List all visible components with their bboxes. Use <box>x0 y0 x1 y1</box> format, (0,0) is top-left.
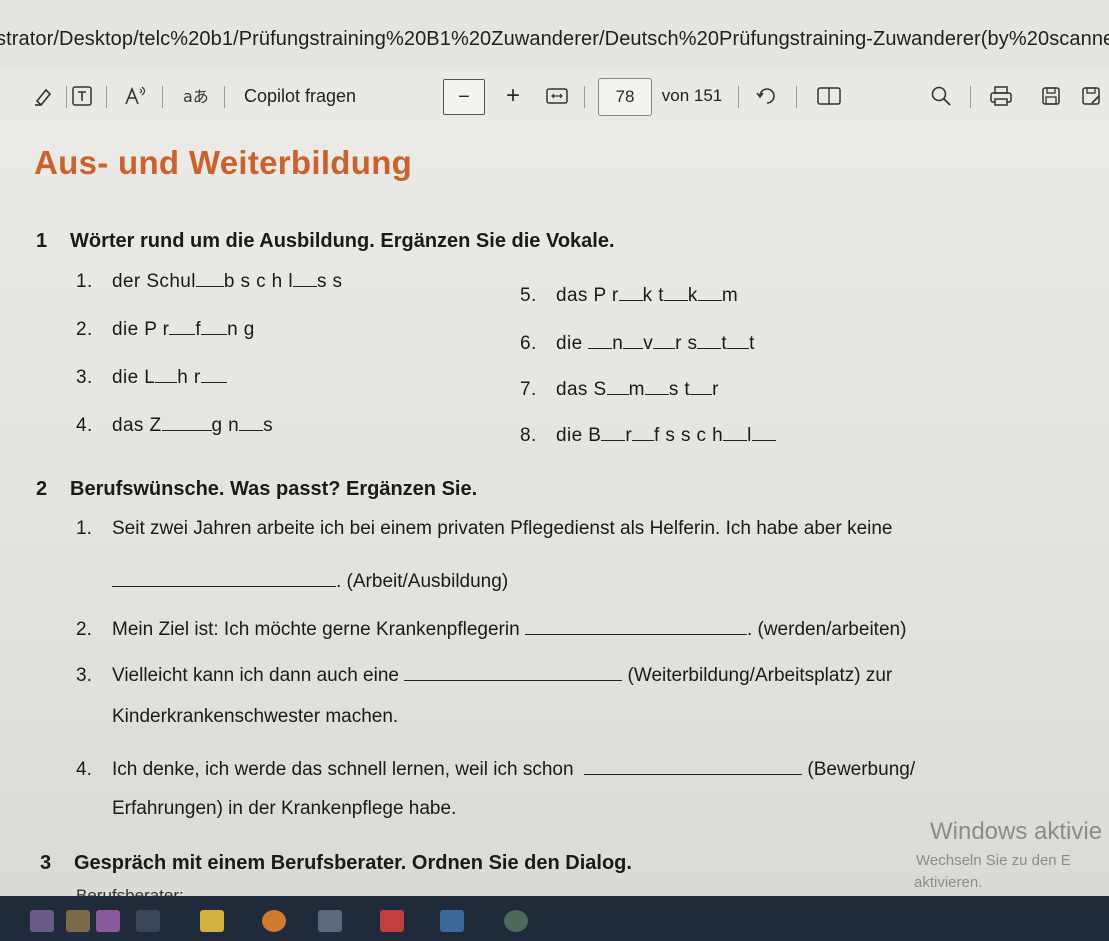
exercise-2-heading: 2 Berufswünsche. Was passt? Ergänzen Sie. <box>36 478 478 500</box>
windows-activation-hint: Wechseln Sie zu den E <box>916 852 1071 869</box>
page-total: von 151 <box>661 86 723 105</box>
ex3-berufsberater-label: Berufsberater: <box>76 886 184 896</box>
ex2-sentence-3: 3. Vielleicht kann ich dann auch eine (We… <box>76 664 893 686</box>
ex2-blank-2[interactable] <box>524 618 747 635</box>
taskbar-app-icon[interactable] <box>504 910 528 932</box>
search-icon[interactable] <box>924 78 958 114</box>
browser-icon[interactable] <box>262 910 286 932</box>
text-box-icon[interactable] <box>62 78 102 114</box>
exercise-1-heading: 1 Wörter rund um die Ausbildung. Ergänzen… <box>36 230 615 252</box>
read-aloud-icon[interactable] <box>116 78 156 114</box>
page-view-icon[interactable] <box>812 78 846 114</box>
exercise-3-heading: 3 Gespräch mit einem Berufsberater. Ordne… <box>40 852 632 874</box>
ex2-sentence-2: 2. Mein Ziel ist: Ich möchte gerne Kranke… <box>76 618 907 640</box>
ex2-sentence-1: 1. Seit zwei Jahren arbeite ich bei einem… <box>76 518 893 539</box>
ex2-blank-1[interactable] <box>112 570 336 587</box>
file-explorer-icon[interactable] <box>200 910 224 932</box>
taskbar-app-icon[interactable] <box>96 910 120 932</box>
ex1-item-2: 2. die P rfn g <box>76 319 255 340</box>
rotate-icon[interactable] <box>752 78 782 114</box>
taskbar-app-icon[interactable] <box>318 910 342 932</box>
print-icon[interactable] <box>984 78 1018 114</box>
ex1-item-4: 4. das Zg ns <box>76 415 274 436</box>
zoom-in-button[interactable]: + <box>498 78 528 114</box>
ex1-item-7: 7. das Sms tr <box>520 379 719 400</box>
taskbar-app-icon[interactable] <box>380 910 404 932</box>
ex2-blank-4[interactable] <box>584 758 803 775</box>
ex1-item-8: 8. die Brf s s c hl <box>520 424 776 447</box>
windows-activation-watermark: Windows aktivie <box>930 818 1103 845</box>
address-bar[interactable]: strator/Desktop/telc%20b1/Prüfungstraini… <box>0 0 1109 69</box>
task-view-icon[interactable] <box>136 910 160 932</box>
save-icon[interactable] <box>1034 78 1068 114</box>
ex1-item-6: 6. die nvr stt <box>520 333 755 354</box>
windows-activation-hint-2: aktivieren. <box>914 874 983 891</box>
translate-icon[interactable]: aあ <box>176 78 216 114</box>
page-title: Aus- und Weiterbildung <box>34 144 413 181</box>
ex2-blank-3[interactable] <box>404 664 623 681</box>
zoom-out-button[interactable]: − <box>443 79 485 115</box>
ex1-item-5: 5. das P rk tkm <box>520 285 739 306</box>
ex2-sentence-3-line2: Kinderkrankenschwester machen. <box>112 706 399 727</box>
taskbar-app-icon[interactable] <box>66 910 90 932</box>
page-number-input[interactable]: 78 <box>598 78 652 116</box>
ex2-sentence-1-line2: . (Arbeit/Ausbildung) <box>112 570 508 593</box>
taskbar-app-icon[interactable] <box>440 910 464 932</box>
ex1-item-1: 1. der Schul b s c h ls s <box>76 271 343 292</box>
fit-page-icon[interactable] <box>540 78 574 114</box>
highlight-icon[interactable] <box>26 78 62 114</box>
ex2-sentence-4: 4. Ich denke, ich werde das schnell lerne… <box>76 758 916 780</box>
taskbar-app-icon[interactable] <box>30 910 54 932</box>
pdf-toolbar: aあ Copilot fragen − + 78 von 151 <box>0 68 1109 127</box>
save-as-icon[interactable] <box>1080 78 1109 114</box>
ex1-item-3: 3. die Lh r <box>76 366 227 389</box>
ex2-sentence-4-line2: Erfahrungen) in der Krankenpflege habe. <box>112 798 457 819</box>
windows-taskbar <box>0 896 1109 941</box>
url-text: strator/Desktop/telc%20b1/Prüfungstraini… <box>0 28 1109 50</box>
copilot-button[interactable]: Copilot fragen <box>244 78 368 114</box>
svg-text:aあ: aあ <box>183 87 209 106</box>
pdf-page: Aus- und Weiterbildung 1 Wörter rund um d… <box>0 126 1109 896</box>
